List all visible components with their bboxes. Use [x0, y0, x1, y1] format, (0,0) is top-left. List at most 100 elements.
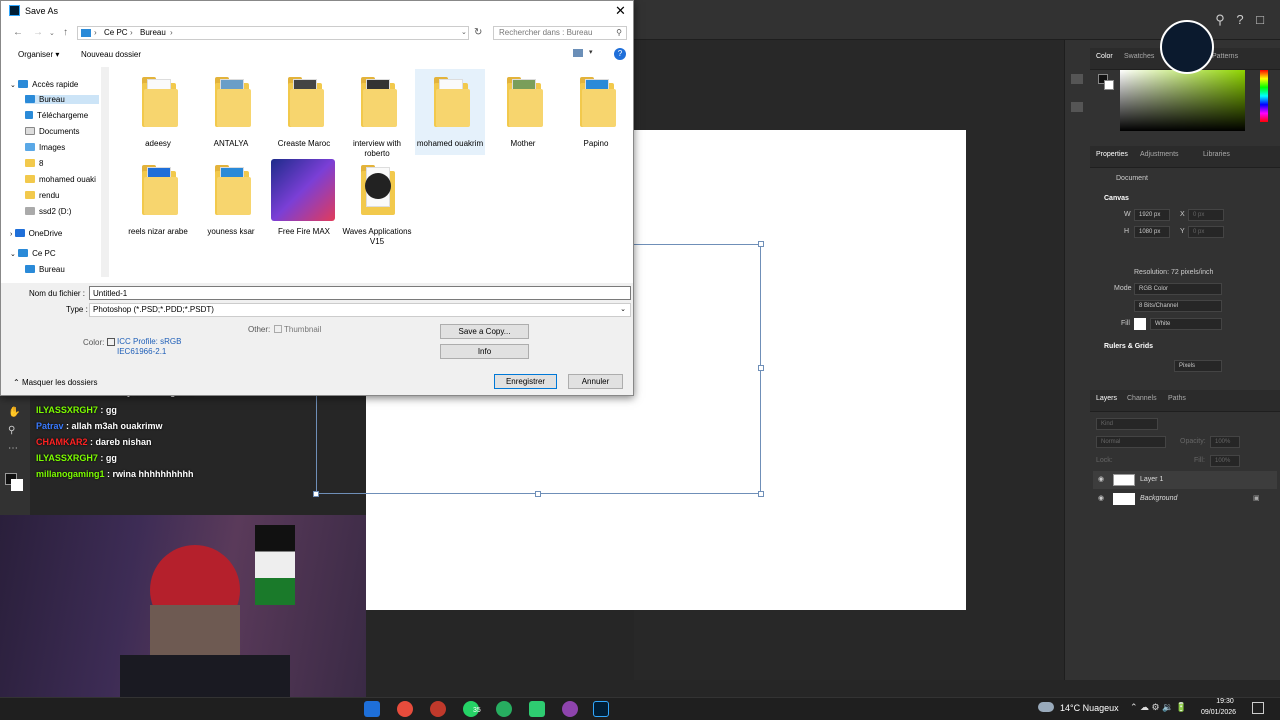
- history-icon[interactable]: [1071, 74, 1083, 84]
- blend-mode-select[interactable]: Normal: [1096, 436, 1166, 448]
- app-icon[interactable]: [364, 701, 380, 717]
- workspace-icon[interactable]: □: [1252, 12, 1268, 28]
- depth-select[interactable]: 8 Bits/Channel: [1134, 300, 1222, 312]
- layer-filter-kind[interactable]: Kind: [1096, 418, 1158, 430]
- comment-icon[interactable]: [1071, 102, 1083, 112]
- view-icon[interactable]: [573, 49, 583, 57]
- folder-item[interactable]: Papino: [561, 69, 631, 155]
- organize-button[interactable]: Organiser ▾: [18, 50, 59, 59]
- tab-libraries[interactable]: Libraries: [1203, 151, 1230, 158]
- chrome-icon[interactable]: [496, 701, 512, 717]
- folder-item[interactable]: interview with roberto: [342, 69, 412, 158]
- chevron-down-icon[interactable]: ⌄: [461, 27, 467, 39]
- nav-item-mohamed[interactable]: mohamed ouaki: [25, 175, 96, 184]
- chevron-down-icon[interactable]: ▾: [589, 48, 593, 56]
- close-icon[interactable]: ✕: [615, 3, 626, 19]
- help-icon[interactable]: ?: [1232, 12, 1248, 28]
- opacity-field[interactable]: 100%: [1210, 436, 1240, 448]
- address-bar[interactable]: › Ce PC › Bureau › ⌄: [77, 26, 469, 40]
- tab-color[interactable]: Color: [1096, 53, 1113, 60]
- filename-input[interactable]: [89, 286, 631, 300]
- forward-icon[interactable]: →: [33, 27, 43, 38]
- nav-item-8[interactable]: 8: [25, 159, 43, 168]
- nav-item-images[interactable]: Images: [25, 143, 65, 152]
- color-picker-field[interactable]: [1120, 70, 1245, 131]
- width-field[interactable]: 1920 px: [1134, 209, 1170, 221]
- clock-date[interactable]: 09/01/2026: [1201, 709, 1236, 716]
- units-select[interactable]: Pixels: [1174, 360, 1222, 372]
- nav-scrollbar[interactable]: [101, 67, 109, 277]
- shortcut-item[interactable]: Free Fire MAX: [269, 157, 339, 243]
- folder-item[interactable]: Mother: [488, 69, 558, 155]
- breadcrumb-bureau[interactable]: Bureau: [140, 27, 166, 39]
- save-copy-button[interactable]: Save a Copy...: [440, 324, 529, 339]
- nav-item-downloads[interactable]: Téléchargeme: [25, 111, 88, 120]
- nav-item-ce-pc[interactable]: ⌄ Ce PC: [10, 249, 56, 258]
- search-icon[interactable]: ⚲: [1212, 12, 1228, 28]
- clock-time[interactable]: 19:30: [1208, 698, 1242, 705]
- transform-handle[interactable]: [758, 491, 764, 497]
- breadcrumb-ce-pc[interactable]: Ce PC: [104, 27, 128, 39]
- layer-row[interactable]: ◉ Layer 1: [1093, 471, 1277, 489]
- hue-slider[interactable]: [1260, 70, 1268, 122]
- nav-item-bureau[interactable]: Bureau: [25, 95, 99, 104]
- save-button[interactable]: Enregistrer: [494, 374, 557, 389]
- up-icon[interactable]: ↑: [63, 27, 68, 38]
- fill-select[interactable]: White: [1150, 318, 1222, 330]
- transform-handle[interactable]: [758, 365, 764, 371]
- new-folder-button[interactable]: Nouveau dossier: [81, 50, 141, 59]
- folder-item[interactable]: youness ksar: [196, 157, 266, 243]
- tray-icons[interactable]: ⌃ ☁ ⚙ 🔉 🔋: [1130, 702, 1187, 713]
- tab-channels[interactable]: Channels: [1127, 395, 1157, 402]
- chrome-icon[interactable]: [397, 701, 413, 717]
- canvas-section[interactable]: Canvas: [1104, 195, 1129, 202]
- weather-text[interactable]: 14°C Nuageux: [1060, 703, 1119, 713]
- nav-item-onedrive[interactable]: › OneDrive: [10, 229, 62, 238]
- info-button[interactable]: Info: [440, 344, 529, 359]
- icc-checkbox[interactable]: [107, 338, 115, 346]
- photoshop-icon[interactable]: [593, 701, 609, 717]
- transform-handle[interactable]: [535, 491, 541, 497]
- nav-item-rendu[interactable]: rendu: [25, 191, 59, 200]
- folder-item[interactable]: Waves Applications V15: [342, 157, 412, 246]
- type-select[interactable]: Photoshop (*.PSD;*.PDD;*.PSDT) ⌄: [89, 303, 631, 317]
- folder-item[interactable]: adeesy: [123, 69, 193, 155]
- tab-adjustments[interactable]: Adjustments: [1140, 151, 1179, 158]
- search-box[interactable]: Rechercher dans : Bureau ⚲: [493, 26, 627, 40]
- back-icon[interactable]: ←: [13, 27, 23, 38]
- app-icon[interactable]: [529, 701, 545, 717]
- transform-handle[interactable]: [758, 241, 764, 247]
- tab-paths[interactable]: Paths: [1168, 395, 1186, 402]
- cancel-button[interactable]: Annuler: [568, 374, 623, 389]
- layer-fill-field[interactable]: 100%: [1210, 455, 1240, 467]
- nav-item-bureau-2[interactable]: Bureau: [25, 265, 65, 274]
- nav-item-ssd2[interactable]: ssd2 (D:): [25, 207, 71, 216]
- app-icon[interactable]: [562, 701, 578, 717]
- height-field[interactable]: 1080 px: [1134, 226, 1170, 238]
- rulers-section[interactable]: Rulers & Grids: [1104, 343, 1153, 350]
- nav-item-documents[interactable]: Documents: [25, 127, 79, 136]
- tab-swatches[interactable]: Swatches: [1124, 53, 1154, 60]
- x-field[interactable]: 0 px: [1188, 209, 1224, 221]
- eye-icon[interactable]: ◉: [1098, 471, 1104, 489]
- tab-properties[interactable]: Properties: [1096, 151, 1128, 158]
- tab-layers[interactable]: Layers: [1096, 395, 1117, 402]
- background-swatch[interactable]: [1104, 80, 1114, 90]
- layer-row[interactable]: ◉ Background ▣: [1093, 490, 1277, 508]
- folder-item[interactable]: Creaste Maroc: [269, 69, 339, 155]
- folder-item[interactable]: reels nizar arabe: [123, 157, 193, 243]
- nav-item-quick-access[interactable]: ⌄ Accès rapide: [10, 80, 78, 89]
- tab-patterns[interactable]: Patterns: [1212, 53, 1238, 60]
- transform-handle[interactable]: [313, 491, 319, 497]
- hide-folders-toggle[interactable]: ⌃ Masquer les dossiers: [13, 378, 98, 387]
- refresh-icon[interactable]: ↻: [474, 27, 482, 38]
- mode-select[interactable]: RGB Color: [1134, 283, 1222, 295]
- y-field[interactable]: 0 px: [1188, 226, 1224, 238]
- folder-item[interactable]: mohamed ouakrim: [415, 69, 485, 155]
- notification-icon[interactable]: [1252, 702, 1264, 714]
- fill-swatch[interactable]: [1134, 318, 1146, 330]
- eye-icon[interactable]: ◉: [1098, 490, 1104, 508]
- folder-item[interactable]: ANTALYA: [196, 69, 266, 155]
- app-icon[interactable]: [430, 701, 446, 717]
- thumbnail-checkbox[interactable]: [274, 325, 282, 333]
